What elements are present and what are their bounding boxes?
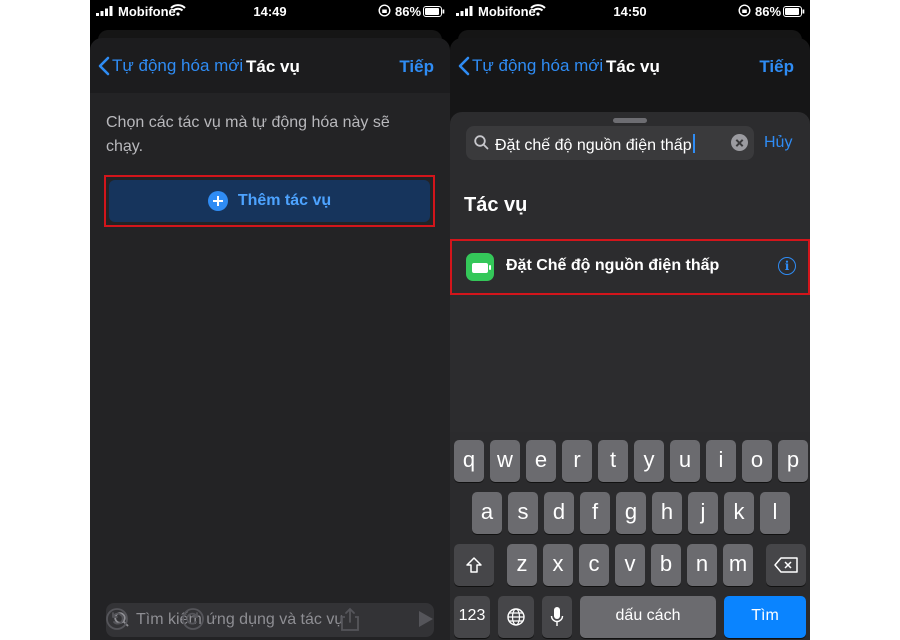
key-c[interactable]: c: [579, 544, 609, 586]
key-i[interactable]: i: [706, 440, 736, 482]
highlight-box: Đặt Chế độ nguồn điện thấp i: [450, 239, 810, 295]
shift-icon: [466, 557, 482, 573]
backspace-icon: [774, 557, 798, 573]
share-icon[interactable]: [337, 606, 363, 632]
battery-percent: 86%: [755, 4, 782, 19]
back-button[interactable]: Tự động hóa mới: [458, 52, 603, 80]
next-button[interactable]: Tiếp: [759, 57, 794, 77]
globe-key[interactable]: [498, 596, 534, 638]
plus-circle-icon: [207, 191, 228, 211]
editor-toolbar: [90, 598, 450, 640]
sheet-grabber[interactable]: [613, 118, 647, 123]
action-result-label: Đặt Chế độ nguồn điện thấp: [506, 257, 720, 274]
status-bar: Mobifone 14:49 86%: [90, 0, 450, 22]
page-title: Tác vụ: [606, 57, 660, 76]
battery-percent: 86%: [395, 4, 422, 19]
key-p[interactable]: p: [778, 440, 808, 482]
backspace-key[interactable]: [766, 544, 806, 586]
on-screen-keyboard: q w e r t y u i o p a s d f g h j k l z x c v b n m 123 dấu cách Tìm: [450, 432, 810, 640]
page-title: Tác vụ: [246, 57, 300, 76]
redo-icon[interactable]: [180, 606, 206, 632]
chevron-left-icon: [98, 56, 110, 76]
orientation-lock-icon: [378, 4, 391, 17]
key-x[interactable]: x: [543, 544, 573, 586]
cancel-button[interactable]: Hủy: [764, 134, 792, 152]
clear-text-icon[interactable]: [731, 134, 748, 151]
key-r[interactable]: r: [562, 440, 592, 482]
key-z[interactable]: z: [507, 544, 537, 586]
key-m[interactable]: m: [723, 544, 753, 586]
automation-sheet: Tự động hóa mới Tác vụ Tiếp Chọn các tác…: [90, 38, 450, 640]
microphone-icon: [550, 607, 564, 626]
battery-icon: [423, 6, 445, 17]
search-go-key[interactable]: Tìm: [724, 596, 806, 638]
left-phone-screen: Mobifone 14:49 86% Tự động hóa mới Tác v…: [90, 0, 450, 640]
key-h[interactable]: h: [652, 492, 682, 534]
battery-icon: [783, 6, 805, 17]
numbers-key[interactable]: 123: [454, 596, 490, 638]
search-input[interactable]: Đặt chế độ nguồn điện thấp: [466, 126, 754, 160]
action-result-row[interactable]: Đặt Chế độ nguồn điện thấp i: [454, 243, 806, 291]
key-b[interactable]: b: [651, 544, 681, 586]
key-w[interactable]: w: [490, 440, 520, 482]
globe-icon: [507, 608, 525, 626]
play-icon[interactable]: [412, 606, 438, 632]
chevron-left-icon: [458, 56, 470, 76]
key-e[interactable]: e: [526, 440, 556, 482]
battery-action-icon: [466, 253, 494, 281]
search-icon: [474, 135, 489, 150]
back-label: Tự động hóa mới: [112, 56, 244, 75]
info-icon[interactable]: i: [778, 257, 796, 275]
undo-icon[interactable]: [104, 606, 130, 632]
key-o[interactable]: o: [742, 440, 772, 482]
key-l[interactable]: l: [760, 492, 790, 534]
right-phone-screen: Mobifone 14:50 86% Tự động hóa mới Tác v…: [450, 0, 810, 640]
key-k[interactable]: k: [724, 492, 754, 534]
next-button[interactable]: Tiếp: [399, 57, 434, 77]
key-g[interactable]: g: [616, 492, 646, 534]
key-a[interactable]: a: [472, 492, 502, 534]
key-v[interactable]: v: [615, 544, 645, 586]
add-action-button[interactable]: Thêm tác vụ: [109, 180, 430, 222]
actions-description: Chọn các tác vụ mà tự động hóa này sẽ ch…: [106, 114, 390, 155]
key-n[interactable]: n: [687, 544, 717, 586]
actions-body: Chọn các tác vụ mà tự động hóa này sẽ ch…: [90, 93, 450, 640]
key-y[interactable]: y: [634, 440, 664, 482]
text-cursor: [692, 134, 695, 153]
key-f[interactable]: f: [580, 492, 610, 534]
key-t[interactable]: t: [598, 440, 628, 482]
dictation-key[interactable]: [542, 596, 572, 638]
navigation-bar: Tự động hóa mới Tác vụ Tiếp: [450, 38, 810, 93]
orientation-lock-icon: [738, 4, 751, 17]
search-value: Đặt chế độ nguồn điện thấp: [495, 134, 695, 155]
key-u[interactable]: u: [670, 440, 700, 482]
section-title: Tác vụ: [464, 194, 528, 216]
shift-key[interactable]: [454, 544, 494, 586]
key-j[interactable]: j: [688, 492, 718, 534]
navigation-bar: Tự động hóa mới Tác vụ Tiếp: [90, 38, 450, 93]
back-label: Tự động hóa mới: [472, 56, 604, 75]
key-q[interactable]: q: [454, 440, 484, 482]
key-s[interactable]: s: [508, 492, 538, 534]
back-button[interactable]: Tự động hóa mới: [98, 52, 243, 80]
key-d[interactable]: d: [544, 492, 574, 534]
status-bar: Mobifone 14:50 86%: [450, 0, 810, 22]
add-action-label: Thêm tác vụ: [237, 192, 332, 209]
highlight-box: Thêm tác vụ: [104, 175, 435, 227]
space-key[interactable]: dấu cách: [580, 596, 716, 638]
search-text: Đặt chế độ nguồn điện thấp: [495, 137, 692, 154]
